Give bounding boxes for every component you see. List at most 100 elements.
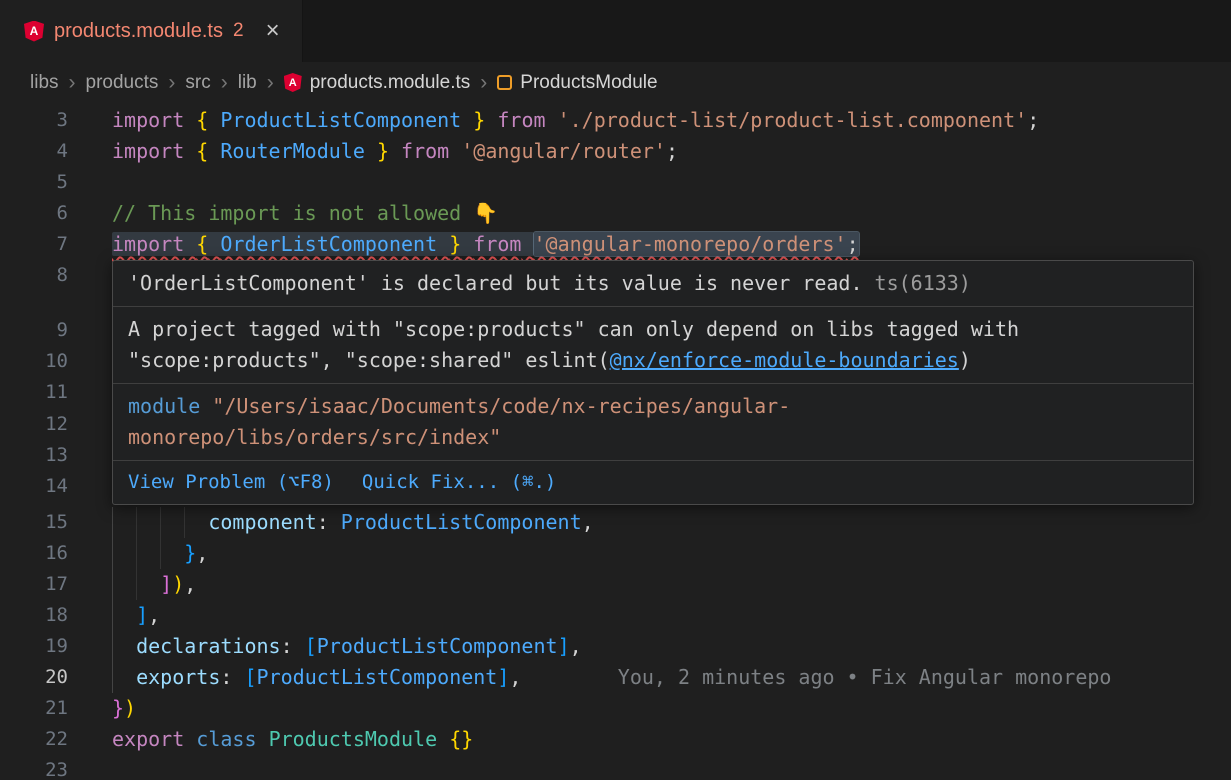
punctuation-token bbox=[461, 108, 473, 132]
line-number-5[interactable]: 5 bbox=[0, 167, 68, 198]
punctuation-token bbox=[184, 139, 196, 163]
chevron-right-icon: › bbox=[479, 71, 488, 95]
line-number-4[interactable]: 4 bbox=[0, 136, 68, 167]
breadcrumb-item-libs[interactable]: libs bbox=[30, 72, 59, 94]
code-line-21[interactable]: }) bbox=[112, 693, 136, 724]
class-name-token: OrderListComponent bbox=[220, 232, 437, 256]
punctuation-token bbox=[461, 232, 473, 256]
line-number-9[interactable]: 9 bbox=[0, 315, 68, 346]
punctuation-token: : bbox=[281, 634, 293, 658]
line-number-11[interactable]: 11 bbox=[0, 377, 68, 408]
punctuation-token: , bbox=[148, 603, 160, 627]
breadcrumb-item-src[interactable]: src bbox=[185, 72, 210, 94]
property-token: exports bbox=[136, 665, 220, 689]
keyword-token: export bbox=[112, 727, 184, 751]
chevron-right-icon: › bbox=[68, 71, 77, 95]
line-number-23[interactable]: 23 bbox=[0, 755, 68, 780]
hover-text-line: monorepo/libs/orders/src/index" bbox=[128, 422, 1178, 453]
line-number-12[interactable]: 12 bbox=[0, 409, 68, 440]
angular-icon: A bbox=[284, 73, 302, 92]
keyword-token: import bbox=[112, 108, 184, 132]
line-number-13[interactable]: 13 bbox=[0, 440, 68, 471]
punctuation-token bbox=[257, 727, 269, 751]
breadcrumb-item-products[interactable]: products bbox=[86, 72, 159, 94]
code-line-22[interactable]: export class ProductsModule {} bbox=[112, 724, 473, 755]
line-number-3[interactable]: 3 bbox=[0, 105, 68, 136]
keyword-token: from bbox=[497, 108, 545, 132]
punctuation-token: ; bbox=[666, 139, 678, 163]
symbol-class-icon bbox=[497, 75, 512, 90]
line-number-16[interactable]: 16 bbox=[0, 538, 68, 569]
property-token: component bbox=[208, 510, 316, 534]
line-number-20[interactable]: 20 bbox=[0, 662, 68, 693]
breadcrumb-label: products.module.ts bbox=[310, 72, 471, 94]
breadcrumb-item-lib[interactable]: lib bbox=[238, 72, 257, 94]
code-line-4[interactable]: import { RouterModule } from '@angular/r… bbox=[112, 136, 678, 167]
line-number-18[interactable]: 18 bbox=[0, 600, 68, 631]
punctuation-token: : bbox=[317, 510, 329, 534]
punctuation-token: ; bbox=[847, 232, 859, 256]
line-number-14[interactable]: 14 bbox=[0, 471, 68, 502]
punctuation-token bbox=[437, 727, 449, 751]
code-editor[interactable]: 345678 91011121314 151617181920212223 impor… bbox=[0, 103, 1231, 780]
breadcrumb-item-productsmodule[interactable]: ProductsModule bbox=[497, 72, 657, 94]
punctuation-token bbox=[112, 510, 208, 534]
bracket-token: } bbox=[184, 541, 196, 565]
code-line-18[interactable]: ], bbox=[112, 600, 160, 631]
hover-range-highlight: import { OrderListComponent } from bbox=[112, 232, 534, 256]
line-number-17[interactable]: 17 bbox=[0, 569, 68, 600]
code-line-16[interactable]: }, bbox=[112, 538, 208, 569]
hover-text-line: "scope:products", "scope:shared" eslint(… bbox=[128, 345, 1178, 376]
bracket-token: { bbox=[196, 108, 208, 132]
punctuation-token bbox=[232, 665, 244, 689]
code-line-6[interactable]: // This import is not allowed 👇 bbox=[112, 198, 498, 229]
bracket-token: } bbox=[377, 139, 389, 163]
close-icon[interactable]: × bbox=[266, 19, 280, 43]
code-line-17[interactable]: ]), bbox=[112, 569, 196, 600]
hover-popup: 'OrderListComponent' is declared but its… bbox=[112, 260, 1194, 505]
code-line-7[interactable]: import { OrderListComponent } from '@ang… bbox=[112, 229, 859, 260]
chevron-right-icon: › bbox=[266, 71, 275, 95]
line-number-8[interactable]: 8 bbox=[0, 260, 68, 291]
line-number-21[interactable]: 21 bbox=[0, 693, 68, 724]
string-token: './product-list/product-list.component' bbox=[558, 108, 1028, 132]
breadcrumb-label: libs bbox=[30, 72, 59, 94]
property-token: declarations bbox=[136, 634, 281, 658]
line-number-7[interactable]: 7 bbox=[0, 229, 68, 260]
breadcrumb: libs › products › src › lib › Aproducts.module.t… bbox=[0, 62, 1231, 103]
class-name-token: ProductsModule bbox=[269, 727, 438, 751]
punctuation-token bbox=[112, 541, 184, 565]
chevron-right-icon: › bbox=[167, 71, 176, 95]
breadcrumb-label: lib bbox=[238, 72, 257, 94]
punctuation-token bbox=[184, 232, 196, 256]
line-number-10[interactable]: 10 bbox=[0, 346, 68, 377]
punctuation-token bbox=[449, 139, 461, 163]
line-number-19[interactable]: 19 bbox=[0, 631, 68, 662]
bracket-token: ] bbox=[160, 572, 172, 596]
quick-fix-link[interactable]: Quick Fix... (⌘.) bbox=[362, 467, 556, 498]
keyword-token: from bbox=[473, 232, 521, 256]
tab-error-count-badge: 2 bbox=[233, 20, 244, 42]
eslint-rule-link[interactable]: @nx/enforce-module-boundaries bbox=[610, 348, 959, 372]
class-name-token: ProductListComponent bbox=[220, 108, 461, 132]
code-line-19[interactable]: declarations: [ProductListComponent], bbox=[112, 631, 582, 662]
breadcrumb-item-products-module-ts[interactable]: Aproducts.module.ts bbox=[284, 72, 471, 94]
class-name-token: ProductListComponent bbox=[317, 634, 558, 658]
keyword-token: module bbox=[128, 394, 200, 418]
line-number-6[interactable]: 6 bbox=[0, 198, 68, 229]
punctuation-token bbox=[112, 572, 160, 596]
bracket-token: ] bbox=[497, 665, 509, 689]
line-number-15[interactable]: 15 bbox=[0, 507, 68, 538]
code-line-15[interactable]: component: ProductListComponent, bbox=[112, 507, 594, 538]
editor-tab[interactable]: A products.module.ts 2 × bbox=[0, 0, 303, 62]
string-token: '@angular-monorepo/orders' bbox=[534, 232, 847, 256]
hover-section-nx-boundaries-diagnostic: A project tagged with "scope:products" c… bbox=[113, 307, 1193, 384]
punctuation-token: , bbox=[184, 572, 196, 596]
vscode-window: A products.module.ts 2 × libs › products › s… bbox=[0, 0, 1231, 780]
hover-section-module-path: module "/Users/isaac/Documents/code/nx-r… bbox=[113, 384, 1193, 461]
keyword-token: from bbox=[401, 139, 449, 163]
view-problem-link[interactable]: View Problem (⌥F8) bbox=[128, 467, 334, 498]
code-line-20[interactable]: exports: [ProductListComponent], You, 2 … bbox=[112, 662, 1111, 693]
code-line-3[interactable]: import { ProductListComponent } from './… bbox=[112, 105, 1039, 136]
line-number-22[interactable]: 22 bbox=[0, 724, 68, 755]
